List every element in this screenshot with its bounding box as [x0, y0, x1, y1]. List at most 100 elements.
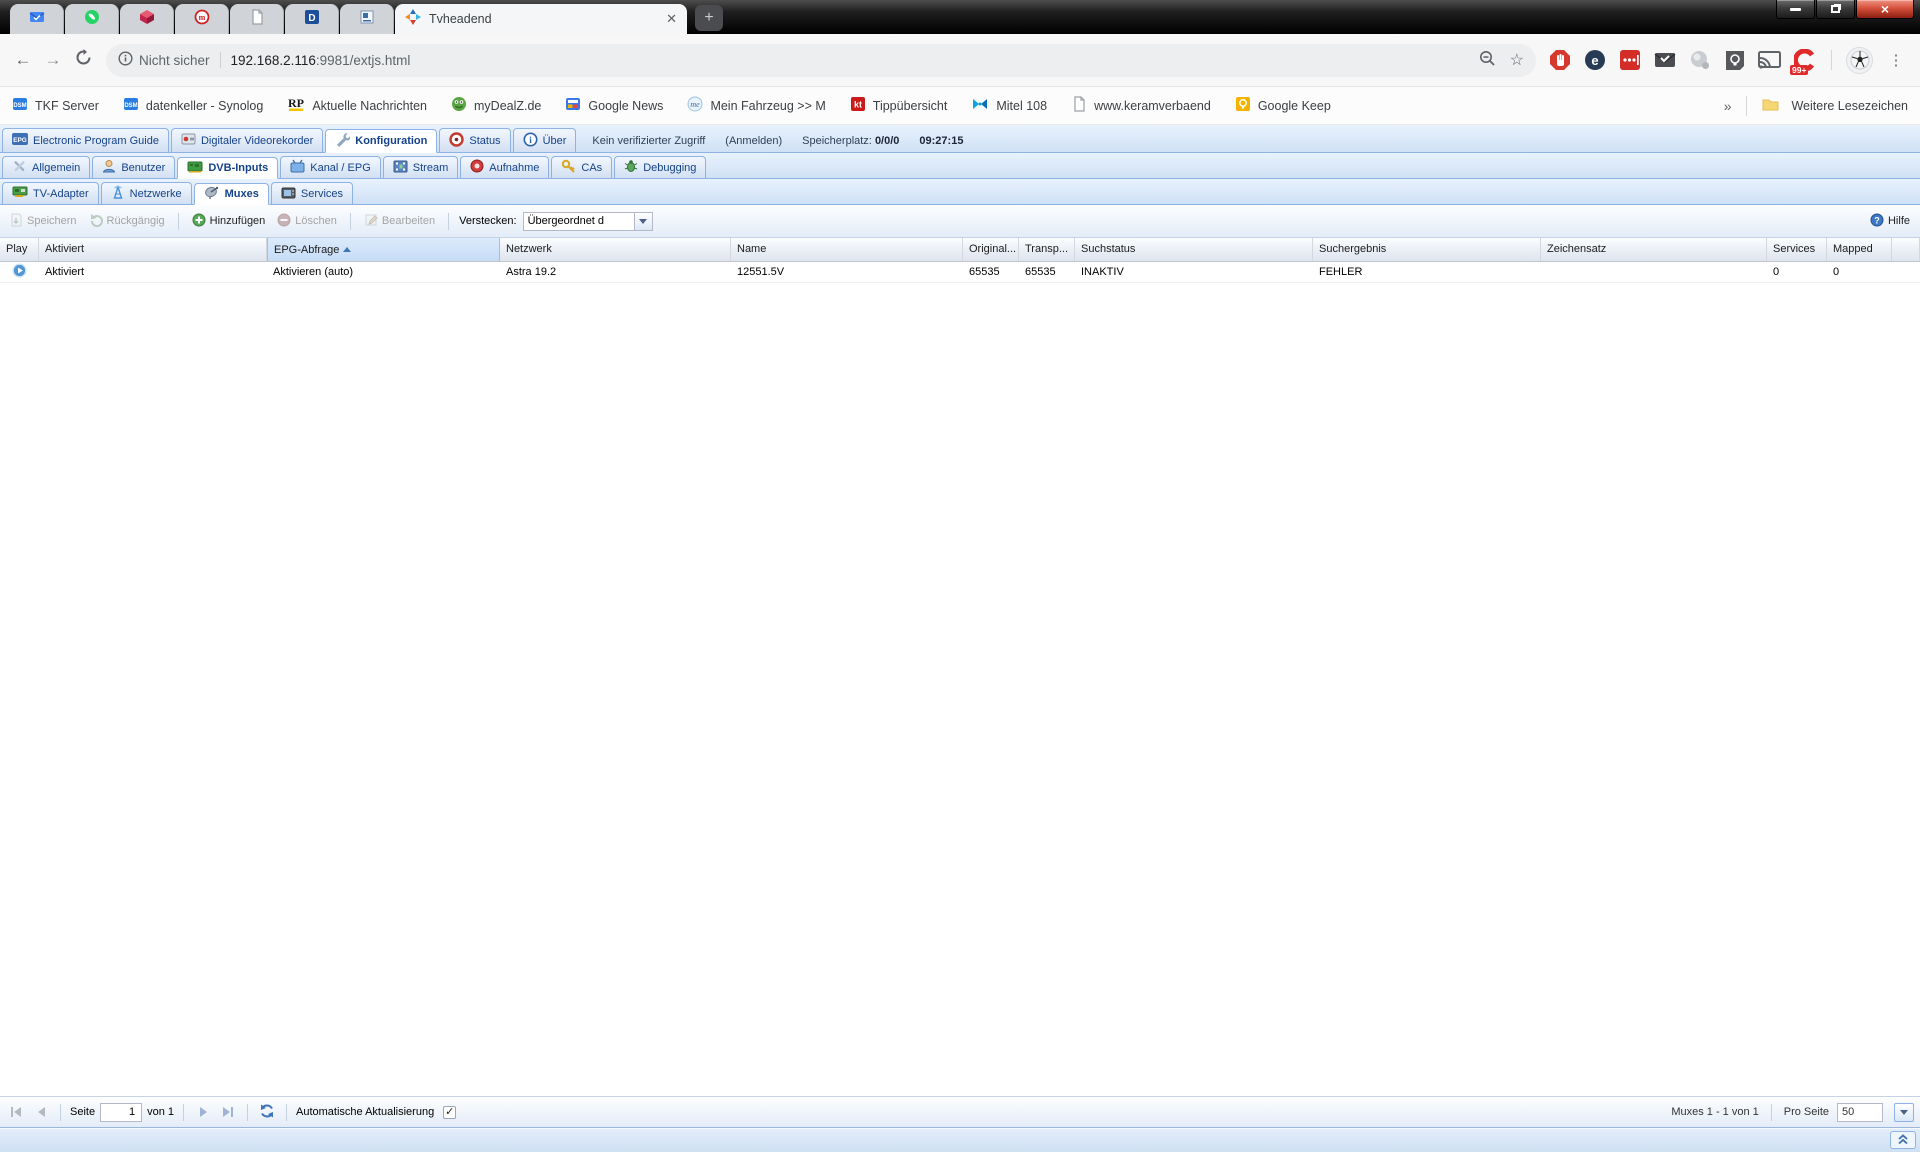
column-header-play[interactable]: Play — [0, 238, 39, 261]
lastpass-extension-icon[interactable] — [1618, 48, 1642, 72]
prev-page-button[interactable] — [31, 1102, 51, 1122]
bookmark-star-icon[interactable]: ☆ — [1510, 50, 1524, 70]
chevron-down-icon[interactable] — [634, 211, 653, 231]
tab-status[interactable]: Status — [439, 128, 511, 152]
address-bar[interactable]: Nicht sicher 192.168.2.116:9981/extjs.ht… — [106, 43, 1536, 77]
active-tab-tvheadend[interactable]: Tvheadend ✕ — [395, 4, 687, 34]
reload-button[interactable] — [68, 45, 98, 75]
column-header-name[interactable]: Name — [731, 238, 963, 261]
tab-dvr[interactable]: Digitaler Videorekorder — [170, 128, 324, 152]
hide-combobox[interactable]: Übergeordnet d — [522, 211, 653, 231]
bookmark-datenkeller[interactable]: DSM datenkeller - Synolog — [123, 96, 263, 115]
pinned-tab-inbox[interactable] — [10, 4, 64, 34]
pinned-tab-whatsapp[interactable] — [65, 4, 119, 34]
login-link[interactable]: (Anmelden) — [725, 135, 782, 147]
pinned-tab-zoll[interactable] — [340, 4, 394, 34]
bookmark-mydealz[interactable]: myDealZ.de — [451, 96, 541, 115]
tab-ueber[interactable]: i Über — [512, 128, 577, 152]
delete-button[interactable]: Löschen — [274, 211, 340, 232]
tab-stream[interactable]: Stream — [382, 156, 459, 178]
first-page-button[interactable] — [6, 1102, 26, 1122]
page-input[interactable] — [100, 1102, 143, 1122]
tab-epg[interactable]: EPG Electronic Program Guide — [2, 128, 169, 152]
tab-services[interactable]: Services — [270, 182, 354, 204]
tab-tv-adapter[interactable]: TV-Adapter — [2, 182, 99, 204]
pinned-tab-cube[interactable] — [120, 4, 174, 34]
session-info: Kein verifizierter Zugriff (Anmelden) Sp… — [592, 135, 963, 152]
bookmark-tippuebersicht[interactable]: kt Tippübersicht — [850, 96, 947, 115]
forward-button[interactable]: → — [38, 45, 68, 75]
bookmark-keramverbaende[interactable]: www.keramverbaend — [1071, 96, 1211, 115]
mail-checker-extension-icon[interactable] — [1653, 48, 1677, 72]
column-header-original[interactable]: Original... — [963, 238, 1019, 261]
tab-benutzer[interactable]: Benutzer — [92, 156, 176, 178]
zoll-card-icon — [359, 9, 375, 30]
tab-allgemein[interactable]: Allgemein — [2, 156, 91, 178]
column-header-mapped[interactable]: Mapped — [1827, 238, 1892, 261]
bookmark-google-keep[interactable]: Google Keep — [1235, 96, 1331, 115]
play-cell[interactable] — [0, 263, 39, 281]
paging-separator — [1770, 1103, 1772, 1121]
edit-button[interactable]: Bearbeiten — [361, 211, 438, 232]
play-icon[interactable] — [12, 263, 27, 281]
bookmark-google-news[interactable]: Google News — [565, 96, 663, 115]
zoom-indicator-icon[interactable] — [1479, 50, 1496, 70]
column-header-epg-abfrage[interactable]: EPG-Abfrage — [267, 238, 500, 261]
config-tabbar: Allgemein Benutzer DVB-Inputs Kanal / EP… — [0, 153, 1920, 179]
ghostery-extension-icon[interactable]: e — [1583, 48, 1607, 72]
tab-netzwerke[interactable]: Netzwerke — [100, 182, 192, 204]
column-header-suchergebnis[interactable]: Suchergebnis — [1313, 238, 1541, 261]
counter-extension-icon[interactable]: 99+ — [1790, 48, 1817, 75]
cast-extension-icon[interactable] — [1758, 48, 1782, 72]
bookmark-mitel[interactable]: Mitel 108 — [971, 96, 1047, 115]
column-header-netzwerk[interactable]: Netzwerk — [500, 238, 731, 261]
minimize-button[interactable] — [1776, 0, 1815, 19]
tab-cas[interactable]: CAs — [551, 156, 613, 178]
restore-button[interactable] — [1816, 0, 1855, 19]
new-tab-button[interactable]: + — [695, 5, 723, 31]
back-button[interactable]: ← — [8, 45, 38, 75]
column-header-services[interactable]: Services — [1767, 238, 1827, 261]
tab-konfiguration[interactable]: Konfiguration — [325, 129, 438, 153]
cell-mapped: 0 — [1833, 266, 1840, 278]
tab-muxes[interactable]: Muxes — [193, 183, 269, 205]
add-button[interactable]: Hinzufügen — [189, 211, 269, 232]
folder-icon — [1762, 97, 1779, 115]
per-page-chevron-down-icon[interactable] — [1894, 1102, 1914, 1122]
adblock-extension-icon[interactable] — [1548, 48, 1572, 72]
browser-menu-icon[interactable]: ⋮ — [1884, 51, 1908, 69]
collapse-button[interactable] — [1890, 1131, 1916, 1149]
next-page-button[interactable] — [193, 1102, 213, 1122]
pinned-tab-d[interactable]: D — [285, 4, 339, 34]
bookmark-mein-fahrzeug[interactable]: me Mein Fahrzeug >> M — [687, 96, 826, 115]
column-header-aktiviert[interactable]: Aktiviert — [39, 238, 267, 261]
tab-kanal-epg[interactable]: Kanal / EPG — [280, 156, 381, 178]
auto-refresh-checkbox[interactable]: ✓ — [443, 1105, 457, 1119]
tab-dvb-inputs[interactable]: DVB-Inputs — [177, 157, 279, 179]
undo-button[interactable]: Rückgängig — [86, 211, 168, 232]
bookmark-tkf-server[interactable]: DSM TKF Server — [12, 96, 99, 115]
help-button[interactable]: ? Hilfe — [1870, 213, 1914, 230]
info-icon[interactable] — [118, 51, 133, 69]
last-page-button[interactable] — [218, 1102, 238, 1122]
tab-close-icon[interactable]: ✕ — [666, 11, 677, 27]
hide-combobox-value[interactable]: Übergeordnet d — [522, 211, 635, 231]
column-header-transport[interactable]: Transp... — [1019, 238, 1075, 261]
close-button[interactable]: × — [1856, 0, 1914, 19]
keep-extension-icon[interactable] — [1723, 48, 1747, 72]
per-page-combobox[interactable]: 50 — [1837, 1102, 1883, 1122]
column-header-suchstatus[interactable]: Suchstatus — [1075, 238, 1313, 261]
profile-avatar[interactable] — [1846, 46, 1873, 74]
bookmarks-overflow-button[interactable]: » — [1724, 98, 1732, 114]
tab-aufnahme[interactable]: Aufnahme — [460, 156, 550, 178]
save-button[interactable]: Speichern — [6, 211, 80, 232]
tab-debugging[interactable]: Debugging — [614, 156, 707, 178]
pinned-tab-magazine[interactable]: m — [175, 4, 229, 34]
grey-orb-extension-icon[interactable] — [1688, 48, 1712, 72]
table-row[interactable]: Aktiviert Aktivieren (auto) Astra 19.2 1… — [0, 262, 1920, 283]
column-header-zeichensatz[interactable]: Zeichensatz — [1541, 238, 1767, 261]
other-bookmarks-label[interactable]: Weitere Lesezeichen — [1791, 99, 1908, 113]
pinned-tab-document[interactable] — [230, 4, 284, 34]
bookmark-rp-nachrichten[interactable]: RP Aktuelle Nachrichten — [287, 96, 427, 115]
refresh-button[interactable] — [257, 1102, 277, 1122]
